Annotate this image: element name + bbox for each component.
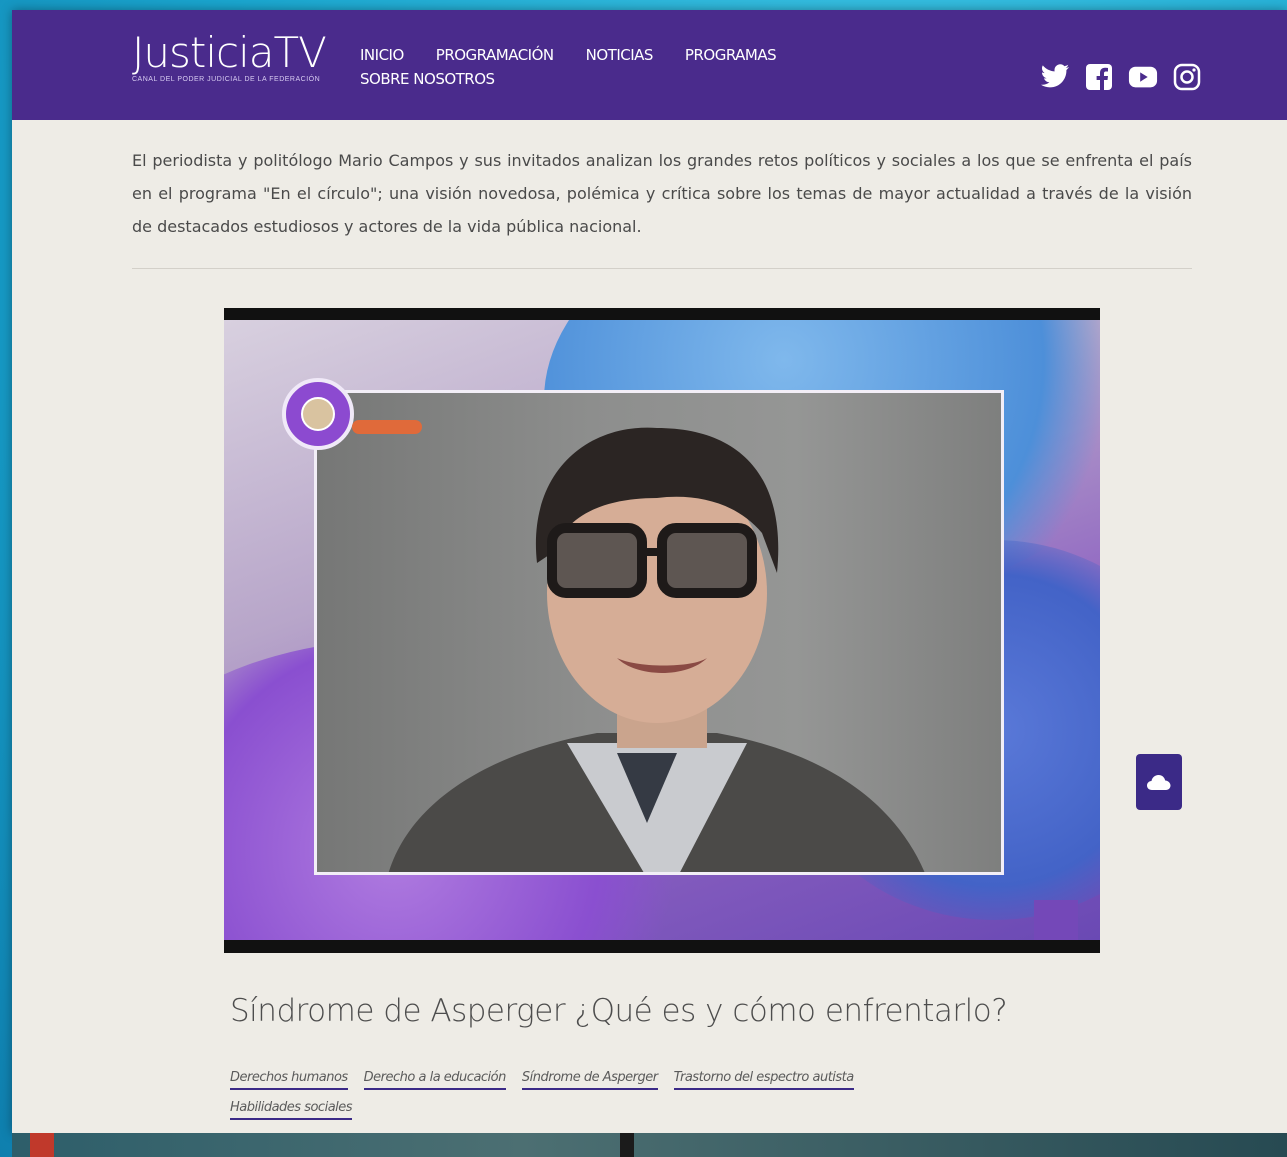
nav-item-noticias[interactable]: NOTICIAS (586, 46, 654, 64)
tag-list: Derechos humanos Derecho a la educación … (230, 1070, 990, 1120)
divider (132, 268, 1192, 269)
site-header: JusticiaTV CANAL DEL PODER JUDICIAL DE L… (12, 10, 1287, 120)
program-description: El periodista y politólogo Mario Campos … (132, 151, 1192, 236)
tag-derecho-educacion[interactable]: Derecho a la educación (363, 1070, 506, 1090)
main-nav: INICIO PROGRAMACIÓN NOTICIAS PROGRAMAS S… (360, 46, 830, 88)
monitor-stand (620, 1133, 634, 1157)
guest-figure (388, 427, 925, 872)
tag-trastorno-espectro-autista[interactable]: Trastorno del espectro autista (673, 1070, 854, 1090)
badge-center (301, 397, 335, 431)
video-frame (224, 320, 1100, 940)
guest-video-feed (314, 390, 1004, 875)
logo-tagline: CANAL DEL PODER JUDICIAL DE LA FEDERACIÓ… (132, 76, 321, 83)
social-links (1040, 62, 1202, 92)
logo-text: JusticiaTV (132, 28, 327, 77)
youtube-icon[interactable] (1128, 62, 1158, 92)
channel-watermark (1034, 900, 1078, 940)
video-title: Síndrome de Asperger ¿Qué es y cómo enfr… (230, 992, 1008, 1029)
video-player[interactable] (224, 308, 1100, 953)
tag-derechos-humanos[interactable]: Derechos humanos (230, 1070, 348, 1090)
program-badge-icon (282, 378, 354, 450)
twitter-icon[interactable] (1040, 62, 1070, 92)
desk-object (30, 1133, 54, 1157)
nav-item-programacion[interactable]: PROGRAMACIÓN (436, 46, 554, 64)
program-badge-pill (352, 420, 422, 434)
tag-habilidades-sociales[interactable]: Habilidades sociales (230, 1100, 353, 1120)
cloud-icon (1147, 775, 1171, 790)
tag-sindrome-asperger[interactable]: Síndrome de Asperger (521, 1070, 658, 1090)
nav-item-programas[interactable]: PROGRAMAS (685, 46, 777, 64)
site-logo[interactable]: JusticiaTV CANAL DEL PODER JUDICIAL DE L… (132, 28, 327, 84)
desk-background (12, 1133, 1287, 1157)
nav-item-inicio[interactable]: INICIO (360, 46, 404, 64)
nav-item-sobre-nosotros[interactable]: SOBRE NOSOTROS (360, 70, 495, 88)
instagram-icon[interactable] (1172, 62, 1202, 92)
monitor-screen: JusticiaTV CANAL DEL PODER JUDICIAL DE L… (12, 10, 1287, 1133)
scroll-top-button[interactable] (1136, 754, 1182, 810)
facebook-icon[interactable] (1084, 62, 1114, 92)
